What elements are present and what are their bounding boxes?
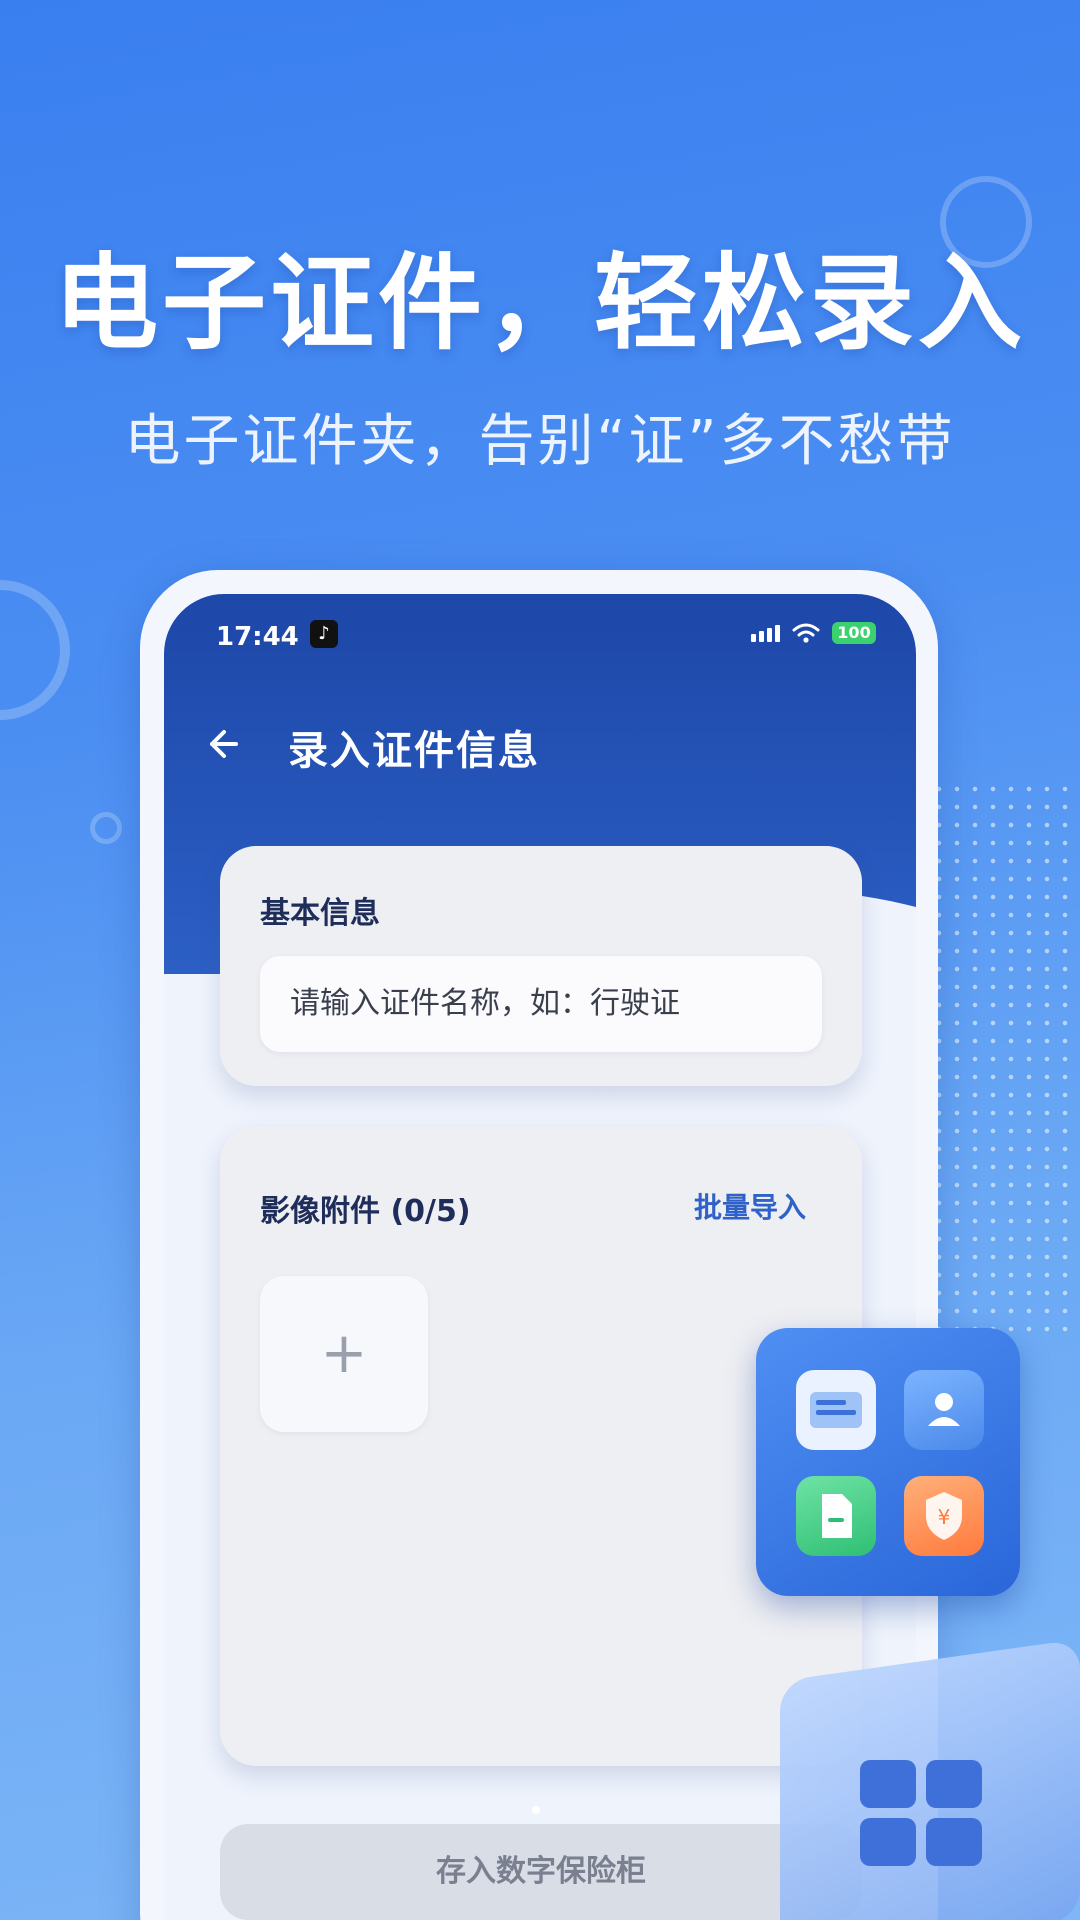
- basic-info-card: 基本信息 请输入证件名称，如：行驶证: [220, 846, 862, 1086]
- document-icon: [796, 1476, 876, 1556]
- status-time: 17:44: [216, 622, 299, 652]
- promo-headline: 电子证件，轻松录入: [53, 242, 1026, 364]
- floating-icon-panel: ¥: [756, 1328, 1020, 1596]
- battery-indicator: 100: [832, 622, 876, 644]
- tiktok-icon: ♪: [310, 620, 338, 648]
- document-name-input[interactable]: 请输入证件名称，如：行驶证: [260, 956, 822, 1052]
- decorative-grid-icon: [860, 1760, 990, 1870]
- page-title: 录入证件信息: [288, 728, 540, 774]
- attachments-title: 影像附件 (0/5): [260, 1194, 471, 1229]
- back-arrow-icon[interactable]: [200, 722, 244, 766]
- yuan-shield-icon: ¥: [904, 1476, 984, 1556]
- decorative-ring: [90, 812, 122, 844]
- decorative-ring: [0, 580, 70, 720]
- person-icon: [904, 1370, 984, 1450]
- page-indicator-dot: [532, 1806, 540, 1814]
- add-attachment-button[interactable]: +: [260, 1276, 428, 1432]
- promo-background: 电子证件，轻松录入 电子证件夹，告别“证”多不愁带 17:44 ♪ 100 录入…: [0, 0, 1080, 1920]
- status-icons: 100: [751, 622, 876, 644]
- wifi-icon: [792, 623, 820, 643]
- batch-import-button[interactable]: 批量导入: [694, 1186, 806, 1226]
- basic-info-title: 基本信息: [260, 896, 380, 931]
- plus-icon: +: [320, 1321, 368, 1386]
- decorative-dots: [930, 780, 1080, 1340]
- promo-subline: 电子证件夹，告别“证”多不愁带: [124, 409, 956, 474]
- signal-icon: [751, 624, 780, 642]
- id-card-icon: [796, 1370, 876, 1450]
- svg-text:¥: ¥: [938, 1505, 951, 1529]
- save-to-vault-button[interactable]: 存入数字保险柜: [220, 1824, 862, 1920]
